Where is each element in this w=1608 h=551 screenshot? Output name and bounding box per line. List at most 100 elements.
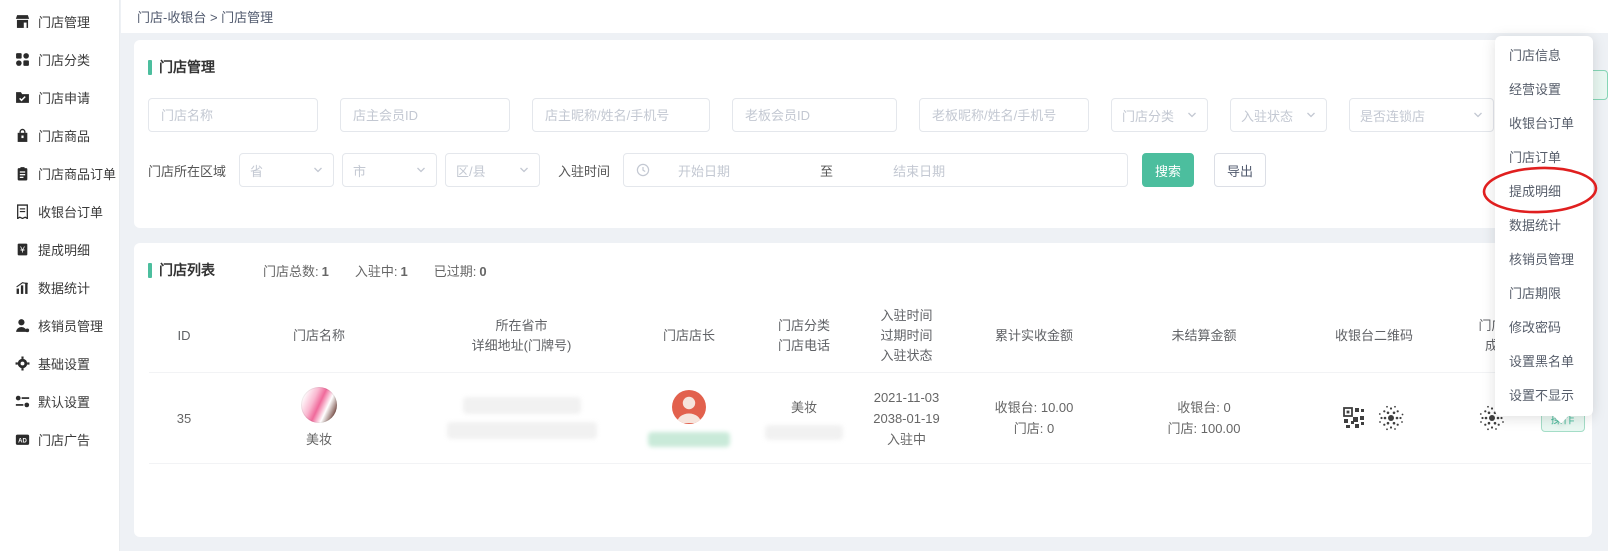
action-dropdown-menu: 门店信息 经营设置 收银台订单 门店订单 提成明细 数据统计 核销员管理 门店期… [1495,36,1593,416]
sidebar-item-store-goods[interactable]: 门店商品 [0,116,119,154]
menu-item-store-orders[interactable]: 门店订单 [1495,141,1593,175]
chevron-down-icon [1306,110,1316,120]
export-button[interactable]: 导出 [1214,153,1266,187]
is-chain-select[interactable]: 是否连锁店 [1349,98,1494,132]
sidebar-item-store-goods-orders[interactable]: 门店商品订单 [0,154,119,192]
boss-contact-input[interactable] [919,98,1089,132]
list-card-title: 门店列表 [159,260,215,280]
province-select[interactable]: 省 [239,153,334,187]
expire-time-text: 2038-01-19 [873,408,940,429]
user-icon [15,318,30,333]
select-value: 区/县 [456,161,486,180]
menu-item-business-settings[interactable]: 经营设置 [1495,73,1593,107]
folder-check-icon [15,90,30,105]
sidebar-item-data-stats[interactable]: 数据统计 [0,268,119,306]
menu-item-verifier-manage[interactable]: 核销员管理 [1495,243,1593,277]
entry-time-range-picker[interactable]: 开始日期 至 结束日期 [623,153,1128,187]
sidebar-item-label: 门店商品 [38,126,90,145]
sidebar-item-store-category[interactable]: 门店分类 [0,40,119,78]
breadcrumb-bar: 门店-收银台 > 门店管理 [121,0,1608,33]
round-qr-code-icon[interactable] [1377,404,1405,432]
unsettled-store: 门店: 100.00 [1167,418,1240,439]
chevron-down-icon [416,165,426,175]
cell-entry-time: 2021-11-03 2038-01-19 入驻中 [854,387,959,450]
search-button[interactable]: 搜索 [1142,153,1194,187]
store-name-text: 美妆 [306,429,332,450]
square-qr-code-icon[interactable] [1343,407,1365,429]
cell-received-amount: 收银台: 10.00 门店: 0 [959,397,1109,439]
cell-id: 35 [149,408,219,429]
select-value: 是否连锁店 [1360,106,1425,125]
sidebar-item-label: 提成明细 [38,240,90,259]
sidebar-item-store-manage[interactable]: 门店管理 [0,2,119,40]
filter-row-1: 门店分类 入驻状态 是否连锁店 [148,98,1592,132]
sidebar-item-store-apply[interactable]: 门店申请 [0,78,119,116]
store-list-card: 门店列表 门店总数:1 入驻中:1 已过期:0 ID 门店名称 所在省市详细地址… [134,243,1592,537]
select-value: 门店分类 [1122,106,1174,125]
blurred-address-line [447,422,597,439]
col-header-unsettled-amount: 未结算金额 [1109,326,1299,346]
sidebar-item-store-ads[interactable]: AD 门店广告 [0,420,119,458]
stat-total: 门店总数:1 [263,261,329,280]
sidebar: 门店管理 门店分类 门店申请 门店商品 门店商品订单 收银台订单 ¥ 提成明细 … [0,0,120,551]
owner-contact-input[interactable] [532,98,710,132]
menu-item-commission-detail[interactable]: 提成明细 [1495,175,1593,209]
menu-item-store-info[interactable]: 门店信息 [1495,39,1593,73]
col-header-entry-time: 入驻时间过期时间入驻状态 [854,306,959,366]
store-avatar [301,387,337,423]
title-accent-bar [148,60,152,75]
gear-icon [15,356,30,371]
main-content: 门店-收银台 > 门店管理 门店管理 门店分类 入驻状态 是否连锁店 [121,0,1608,551]
sidebar-item-commission-detail[interactable]: ¥ 提成明细 [0,230,119,268]
chevron-down-icon [1187,110,1197,120]
col-header-cashier-qrcode: 收银台二维码 [1299,326,1449,346]
receipt-icon [15,204,30,219]
district-select[interactable]: 区/县 [445,153,540,187]
city-select[interactable]: 市 [342,153,437,187]
svg-text:AD: AD [18,438,27,444]
select-value: 入驻状态 [1241,106,1293,125]
end-date-placeholder: 结束日期 [893,161,945,180]
select-value: 省 [250,161,263,180]
filter-row-2: 门店所在区域 省 市 区/县 入驻时间 开始日期 至 结束日期 搜索 导出 [148,153,1592,187]
sidebar-item-basic-settings[interactable]: 基础设置 [0,344,119,382]
sidebar-item-default-settings[interactable]: 默认设置 [0,382,119,420]
entry-status-select[interactable]: 入驻状态 [1230,98,1327,132]
clipboard-icon [15,166,30,181]
menu-item-cashier-orders[interactable]: 收银台订单 [1495,107,1593,141]
cell-store-name: 美妆 [219,387,419,450]
unsettled-cashier: 收银台: 0 [1177,397,1230,418]
menu-item-change-password[interactable]: 修改密码 [1495,311,1593,345]
sidebar-item-label: 默认设置 [38,392,90,411]
sliders-icon [15,394,30,409]
entry-time-label: 入驻时间 [558,161,610,180]
sidebar-item-verifier-manage[interactable]: 核销员管理 [0,306,119,344]
store-name-input[interactable] [148,98,318,132]
menu-item-set-hidden[interactable]: 设置不显示 [1495,379,1593,413]
store-category-select[interactable]: 门店分类 [1111,98,1208,132]
entry-status-text: 入驻中 [887,429,926,450]
col-header-store-name: 门店名称 [219,326,419,346]
sidebar-item-cashier-orders[interactable]: 收银台订单 [0,192,119,230]
col-header-category-phone: 门店分类门店电话 [754,316,854,356]
table-header: ID 门店名称 所在省市详细地址(门牌号) 门店店长 门店分类门店电话 入驻时间… [149,300,1591,372]
boss-member-id-input[interactable] [732,98,897,132]
cell-category-phone: 美妆 [754,397,854,440]
sidebar-item-label: 门店广告 [38,430,90,449]
menu-item-data-stats[interactable]: 数据统计 [1495,209,1593,243]
store-stats: 门店总数:1 入驻中:1 已过期:0 [263,261,487,280]
cell-unsettled-amount: 收银台: 0 门店: 100.00 [1109,397,1299,439]
filter-card-title: 门店管理 [159,57,215,77]
blurred-address-line [463,397,581,414]
col-header-id: ID [149,326,219,346]
sidebar-item-label: 收银台订单 [38,202,103,221]
col-header-manager: 门店店长 [624,326,754,346]
col-header-address: 所在省市详细地址(门牌号) [419,316,624,356]
menu-item-store-term[interactable]: 门店期限 [1495,277,1593,311]
received-cashier: 收银台: 10.00 [995,397,1074,418]
chevron-down-icon [1473,110,1483,120]
bar-chart-icon [15,280,30,295]
owner-member-id-input[interactable] [340,98,510,132]
menu-item-set-blacklist[interactable]: 设置黑名单 [1495,345,1593,379]
cell-manager [624,390,754,447]
